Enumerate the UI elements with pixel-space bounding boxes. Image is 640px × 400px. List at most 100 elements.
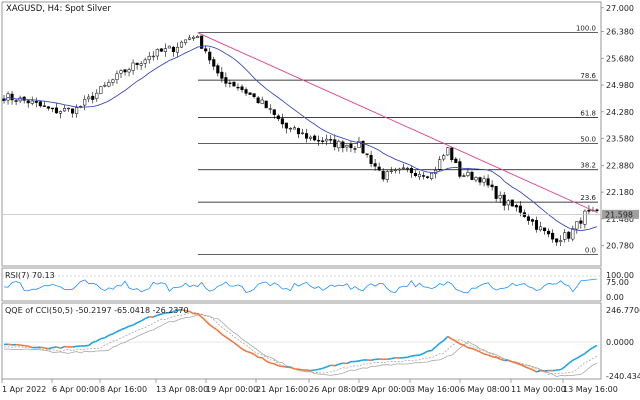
candle-body <box>514 205 518 208</box>
candle-body <box>30 100 34 104</box>
candle-body <box>321 140 325 142</box>
qqe-segment <box>492 355 497 359</box>
candle-body <box>551 232 555 240</box>
candle-body <box>171 46 175 52</box>
candle-body <box>430 172 434 179</box>
qqe-segment <box>338 362 344 365</box>
price-axis-label: 24.280 <box>606 108 634 117</box>
candle-body <box>260 99 264 104</box>
candle-body <box>478 177 482 183</box>
time-axis-label: 19 Apr 00:00 <box>206 385 258 394</box>
qqe-segment <box>459 343 465 346</box>
candle-body <box>466 172 470 176</box>
qqe-segment <box>318 367 323 371</box>
candle-body <box>248 92 252 95</box>
candle-body <box>119 70 123 74</box>
candle-body <box>385 171 389 180</box>
candle-body <box>228 82 232 84</box>
candle-body <box>595 209 599 211</box>
candle-body <box>486 178 490 186</box>
qqe-segment <box>358 359 364 362</box>
candle-body <box>58 111 63 114</box>
candle-body <box>446 147 450 156</box>
fib-level-label: 61.8 <box>580 109 596 117</box>
candle-body <box>329 139 333 141</box>
candle-body <box>111 79 115 83</box>
candle-body <box>272 109 276 115</box>
candle-body <box>373 163 377 167</box>
qqe-segment <box>552 369 557 372</box>
current-price-tag-label: 21.598 <box>605 210 633 219</box>
candle-body <box>341 141 345 148</box>
candle-body <box>482 178 486 183</box>
candle-body <box>280 118 284 125</box>
candle-body <box>309 136 313 139</box>
time-axis-label: 11 May 00:00 <box>511 385 566 394</box>
candle-body <box>397 168 401 171</box>
chart-area[interactable]: 100.0 78.6 61.8 50.0 38.2 23.6 0.0 XAGUSD, H4:… <box>0 0 640 400</box>
candle-body <box>442 155 446 160</box>
price-axis-label: 20.780 <box>606 242 634 251</box>
price-axis-label: 27.000 <box>606 4 634 13</box>
candle-body <box>413 173 418 176</box>
time-axis-label: 21 Apr 16:00 <box>256 385 308 394</box>
candle-body <box>337 140 341 149</box>
candle-body <box>325 138 329 142</box>
candle-body <box>220 71 224 79</box>
candle-body <box>147 55 151 61</box>
candle-body <box>450 147 454 161</box>
candle-body <box>510 199 514 207</box>
candle-body <box>115 73 119 80</box>
candle-body <box>284 122 288 129</box>
candle-body <box>365 153 369 155</box>
candle-body <box>91 95 95 100</box>
candle-body <box>179 41 184 48</box>
fib-level-label: 0.0 <box>585 246 596 254</box>
candle-body <box>534 220 539 230</box>
candle-body <box>256 97 260 104</box>
candle-body <box>300 132 305 134</box>
candle-body <box>151 55 155 58</box>
candle-body <box>438 159 442 170</box>
candle-body <box>252 93 256 97</box>
rsi-title: RSI(7) 70.13 <box>5 271 55 280</box>
candle-body <box>236 86 240 89</box>
candle-body <box>567 231 571 239</box>
qqe-segment <box>370 358 376 362</box>
candle-body <box>87 96 91 100</box>
candle-body <box>401 167 405 169</box>
candle-body <box>494 186 498 199</box>
candle-body <box>83 98 87 106</box>
candle-body <box>188 37 192 40</box>
candle-body <box>167 45 171 49</box>
qqe-segment <box>391 357 396 360</box>
candle-body <box>204 48 208 52</box>
candle-body <box>506 200 510 206</box>
candle-body <box>563 232 567 240</box>
candle-body <box>54 107 58 114</box>
candle-body <box>244 89 248 94</box>
time-axis-label: 3 May 16:00 <box>410 385 460 394</box>
candle-body <box>526 216 530 221</box>
qqe-segment <box>411 354 416 357</box>
candle-body <box>159 48 163 52</box>
candle-body <box>474 177 478 181</box>
candle-body <box>555 238 559 243</box>
qqe-segment <box>52 346 57 349</box>
candle-body <box>454 158 458 163</box>
candle-body <box>264 100 268 109</box>
candle-body <box>305 133 309 139</box>
candle-body <box>313 135 317 141</box>
qqe-segment <box>100 336 106 340</box>
candle-body <box>75 107 79 114</box>
qqe-segment <box>282 365 287 368</box>
candle-body <box>353 148 357 150</box>
price-chart-title: XAGUSD, H4: Spot Silver <box>6 4 111 14</box>
candle-body <box>421 175 426 177</box>
candle-body <box>498 195 502 199</box>
price-axis-label: 22.880 <box>606 161 634 170</box>
candle-body <box>196 35 200 39</box>
candle-body <box>345 145 349 148</box>
candle-body <box>66 107 71 110</box>
candle-body <box>538 226 543 231</box>
